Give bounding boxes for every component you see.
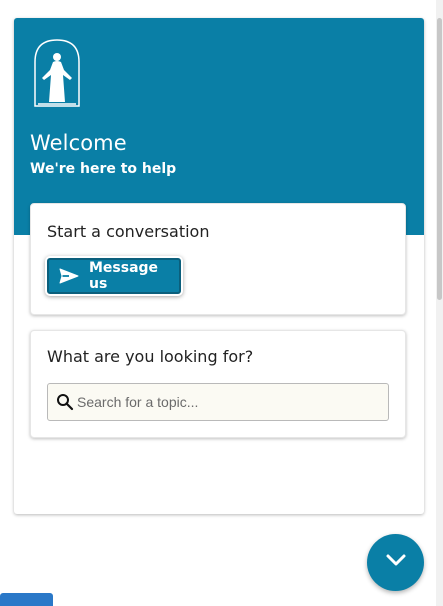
- search-input[interactable]: [77, 394, 377, 410]
- start-conversation-title: Start a conversation: [47, 222, 210, 241]
- start-conversation-card: Start a conversation Message us: [30, 203, 406, 315]
- chevron-down-icon: [385, 553, 407, 572]
- welcome-title: Welcome: [30, 131, 127, 155]
- welcome-subtitle: We're here to help: [30, 161, 177, 177]
- search-icon: [56, 393, 74, 411]
- message-us-button[interactable]: Message us: [47, 258, 181, 294]
- page-scrollbar[interactable]: [436, 0, 443, 606]
- collapse-widget-button[interactable]: [367, 534, 424, 591]
- search-card-title: What are you looking for?: [47, 347, 254, 366]
- scrollbar-thumb[interactable]: [437, 18, 442, 300]
- search-field[interactable]: [47, 383, 389, 421]
- message-us-label: Message us: [89, 260, 159, 292]
- help-widget: Welcome We're here to help Start a conve…: [14, 18, 424, 514]
- send-icon: [59, 268, 79, 284]
- christus-statue-icon: [32, 38, 82, 108]
- partial-bottom-button[interactable]: [0, 593, 53, 606]
- search-card: What are you looking for?: [30, 330, 406, 438]
